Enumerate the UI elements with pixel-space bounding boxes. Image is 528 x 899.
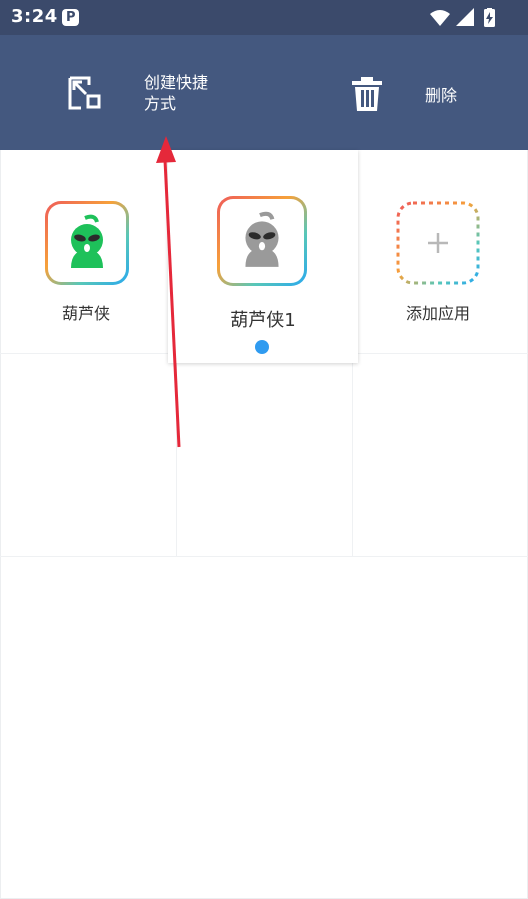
app-label: 葫芦侠1 bbox=[230, 310, 296, 331]
app-item-huluxia[interactable]: 葫芦侠 bbox=[0, 150, 168, 353]
dragging-app-card[interactable]: 葫芦侠1 bbox=[168, 150, 358, 363]
app-label: 葫芦侠 bbox=[61, 304, 110, 323]
create-shortcut-label-line2: 方式 bbox=[144, 94, 177, 113]
create-shortcut-button[interactable]: 创建快捷 方式 bbox=[55, 35, 235, 150]
status-bar: 3:24 P bbox=[0, 0, 528, 35]
drag-action-toolbar: 创建快捷 方式 删除 bbox=[0, 35, 528, 150]
grid-divider bbox=[0, 556, 528, 557]
grid-divider bbox=[352, 363, 353, 556]
signal-icon bbox=[456, 8, 474, 26]
create-shortcut-icon bbox=[68, 76, 101, 110]
p-notification-icon: P bbox=[62, 9, 79, 26]
app-label: 添加应用 bbox=[405, 304, 470, 323]
create-shortcut-label: 创建快捷 方式 bbox=[144, 72, 224, 114]
trash-icon bbox=[352, 77, 382, 111]
battery-charging-icon bbox=[484, 8, 495, 27]
wifi-icon bbox=[430, 10, 450, 26]
delete-label: 删除 bbox=[425, 86, 458, 105]
status-time: 3:24 bbox=[11, 6, 58, 27]
grid-divider bbox=[176, 363, 177, 556]
add-app-icon bbox=[396, 201, 480, 285]
huluxia-gray-icon bbox=[217, 196, 307, 286]
add-app-item[interactable]: 添加应用 bbox=[358, 150, 528, 353]
create-shortcut-label-line1: 创建快捷 bbox=[144, 73, 209, 92]
selected-indicator-dot bbox=[255, 340, 269, 354]
system-status-icons bbox=[430, 8, 495, 27]
delete-button[interactable]: 删除 bbox=[335, 35, 495, 150]
huluxia-green-icon bbox=[45, 201, 129, 285]
